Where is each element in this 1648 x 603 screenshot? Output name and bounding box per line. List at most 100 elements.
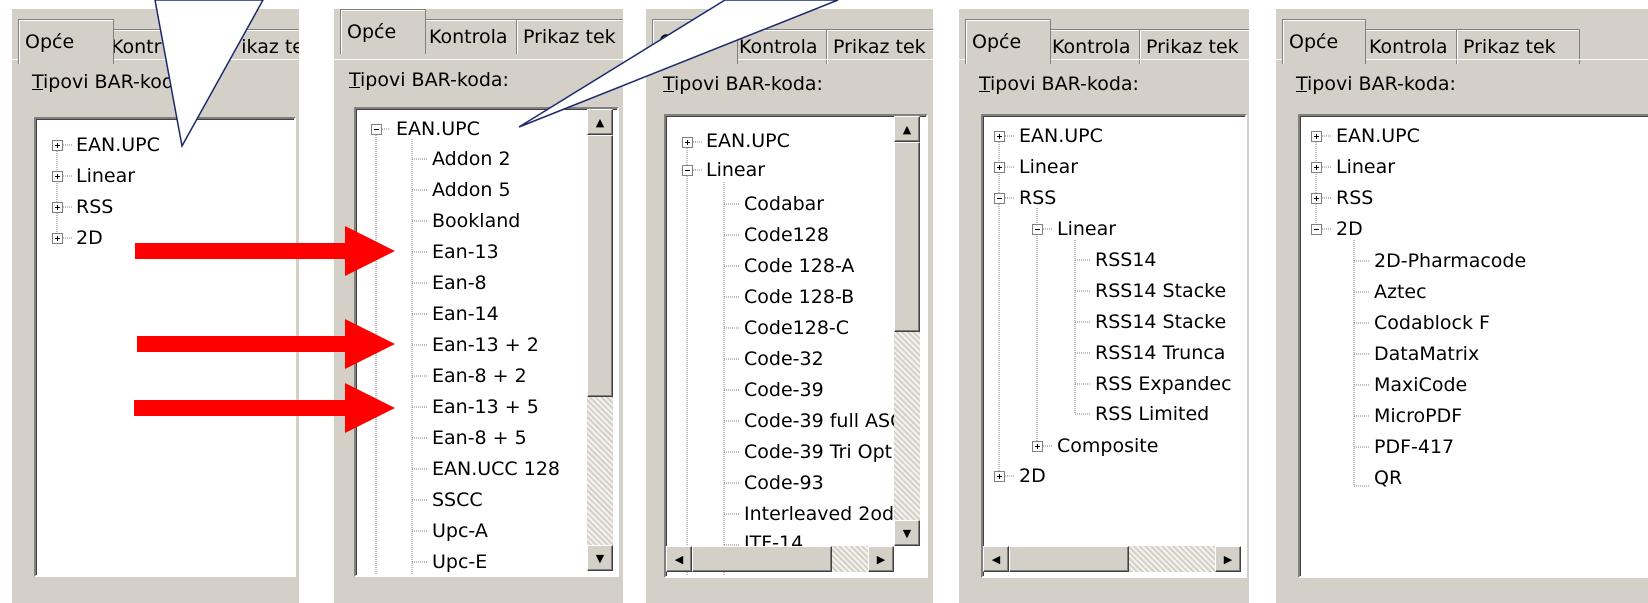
tree-item[interactable]: Upc-E — [432, 550, 487, 574]
tree-item[interactable]: 2D — [76, 226, 103, 250]
tree-item[interactable]: Codablock F — [1374, 311, 1490, 335]
tree-item[interactable]: RSS — [76, 195, 113, 219]
tree-item[interactable]: Aztec — [1374, 280, 1427, 304]
horizontal-scrollbar[interactable]: ◀ ▶ — [983, 546, 1241, 572]
tree-item[interactable]: Linear — [1057, 217, 1116, 241]
tree-item[interactable]: Code-32 — [744, 347, 824, 371]
tree-item[interactable]: Linear — [706, 158, 765, 182]
scroll-left-button[interactable]: ◀ — [983, 546, 1009, 572]
tree-item[interactable]: RSS — [1019, 186, 1056, 210]
tree-item[interactable]: Code128-C — [744, 316, 849, 340]
scroll-up-button[interactable]: ▲ — [894, 116, 920, 142]
scroll-down-button[interactable]: ▼ — [587, 545, 613, 571]
scroll-thumb-horizontal[interactable] — [692, 546, 832, 572]
expand-icon[interactable] — [1311, 193, 1322, 204]
tree-item[interactable]: RSS Limited — [1095, 402, 1209, 426]
tree-item[interactable]: Code 128-B — [744, 285, 854, 309]
tree-item[interactable]: EAN.UPC — [706, 129, 790, 153]
tree-item[interactable]: Upc-A — [432, 519, 488, 543]
expand-icon[interactable] — [994, 471, 1005, 482]
scroll-right-button[interactable]: ▶ — [1215, 546, 1241, 572]
tab-general[interactable]: O — [652, 19, 738, 64]
tab-general[interactable]: Opće — [1282, 19, 1366, 64]
tree-item[interactable]: EAN.UPC — [76, 133, 160, 157]
tree-item[interactable]: Code128 — [744, 223, 829, 247]
tab-general[interactable]: Opće — [965, 19, 1051, 64]
scroll-right-button[interactable]: ▶ — [868, 546, 894, 572]
expand-icon[interactable] — [1032, 441, 1043, 452]
tree-item[interactable]: 2D-Pharmacode — [1374, 249, 1526, 273]
tree-item[interactable]: QR — [1374, 466, 1402, 490]
tab-general[interactable]: Opće — [18, 19, 114, 64]
scroll-thumb-horizontal[interactable] — [1009, 546, 1129, 572]
tree-item[interactable]: Codabar — [744, 192, 824, 216]
expand-icon[interactable] — [994, 131, 1005, 142]
collapse-icon[interactable] — [682, 165, 693, 176]
tree-item[interactable]: Ean-14 — [432, 302, 499, 326]
tree-item[interactable]: Addon 5 — [432, 178, 511, 202]
tree-item[interactable]: Linear — [1019, 155, 1078, 179]
barcode-tree[interactable]: EAN.UPC Addon 2 Addon 5 Bookland Ean-13 … — [354, 107, 619, 577]
barcode-tree[interactable]: EAN.UPC Linear RSS 2D — [34, 117, 296, 577]
scroll-up-button[interactable]: ▲ — [587, 109, 613, 135]
tree-item[interactable]: Interleaved 2od — [744, 502, 894, 526]
tree-item[interactable]: MaxiCode — [1374, 373, 1467, 397]
collapse-icon[interactable] — [1032, 224, 1043, 235]
tree-item[interactable]: Linear — [76, 164, 135, 188]
expand-icon[interactable] — [682, 137, 693, 148]
tab-general[interactable]: Opće — [340, 9, 426, 54]
tree-item[interactable]: RSS — [1336, 186, 1373, 210]
vertical-scrollbar[interactable]: ▲ ▼ — [894, 116, 920, 546]
scroll-thumb[interactable] — [587, 135, 613, 397]
tree-item[interactable]: EAN.UPC — [1019, 124, 1103, 148]
tree-item[interactable]: Ean-13 — [432, 240, 499, 264]
tree-item[interactable]: Code-39 Tri Opt — [744, 440, 892, 464]
tree-item[interactable]: MicroPDF — [1374, 404, 1462, 428]
expand-icon[interactable] — [1311, 162, 1322, 173]
expand-icon[interactable] — [52, 140, 63, 151]
tree-item[interactable]: Code 128-A — [744, 254, 854, 278]
tree-item[interactable]: Ean-8 — [432, 271, 487, 295]
collapse-icon[interactable] — [994, 193, 1005, 204]
tree-item[interactable]: RSS14 — [1095, 248, 1157, 272]
tree-item[interactable]: 2D — [1019, 464, 1046, 488]
tree-item[interactable]: Ean-13 + 2 — [432, 333, 539, 357]
expand-icon[interactable] — [52, 202, 63, 213]
tree-item[interactable]: Ean-8 + 5 — [432, 426, 527, 450]
tree-item[interactable]: Ean-8 + 2 — [432, 364, 527, 388]
tree-item[interactable]: RSS14 Trunca — [1095, 341, 1225, 365]
tree-item[interactable]: DataMatrix — [1374, 342, 1479, 366]
barcode-tree[interactable]: EAN.UPC Linear Codabar Code128 Code 128-… — [664, 114, 928, 578]
vertical-scrollbar[interactable]: ▲ ▼ — [587, 109, 613, 571]
tree-item[interactable]: RSS14 Stacke — [1095, 279, 1226, 303]
tree-item[interactable]: RSS14 Stacke — [1095, 310, 1226, 334]
scroll-left-button[interactable]: ◀ — [666, 546, 692, 572]
expand-icon[interactable] — [52, 171, 63, 182]
expand-icon[interactable] — [1311, 131, 1322, 142]
tree-item[interactable]: Addon 2 — [432, 147, 511, 171]
tree-item[interactable]: PDF-417 — [1374, 435, 1454, 459]
tree-item[interactable]: Code-93 — [744, 471, 824, 495]
barcode-tree[interactable]: EAN.UPC Linear RSS 2D 2D-Pharmacode Azte… — [1298, 114, 1648, 578]
tree-item[interactable]: Bookland — [432, 209, 520, 233]
horizontal-scrollbar[interactable]: ◀ ▶ — [666, 546, 894, 572]
barcode-tree[interactable]: EAN.UPC Linear RSS Linear RSS14 RSS14 St… — [981, 114, 1247, 578]
tree-item[interactable]: Code-39 — [744, 378, 824, 402]
tree-item[interactable]: Ean-13 + 5 — [432, 395, 539, 419]
expand-icon[interactable] — [52, 233, 63, 244]
tree-item[interactable]: RSS Expandec — [1095, 372, 1232, 396]
scroll-thumb[interactable] — [894, 142, 920, 332]
tab-control[interactable]: Kontrola — [422, 19, 526, 54]
tree-item[interactable]: EAN.UPC — [1336, 124, 1420, 148]
tree-item[interactable]: EAN.UPC — [396, 117, 480, 141]
scroll-down-button[interactable]: ▼ — [894, 520, 920, 546]
tree-item[interactable]: Linear — [1336, 155, 1395, 179]
expand-icon[interactable] — [994, 162, 1005, 173]
tree-item[interactable]: 2D — [1336, 217, 1363, 241]
tree-item[interactable]: SSCC — [432, 488, 483, 512]
collapse-icon[interactable] — [1311, 224, 1322, 235]
collapse-icon[interactable] — [371, 124, 382, 135]
tree-item[interactable]: Code-39 full ASC — [744, 409, 903, 433]
tab-command[interactable]: Prikaz tek — [516, 19, 623, 54]
tree-item[interactable]: Composite — [1057, 434, 1158, 458]
